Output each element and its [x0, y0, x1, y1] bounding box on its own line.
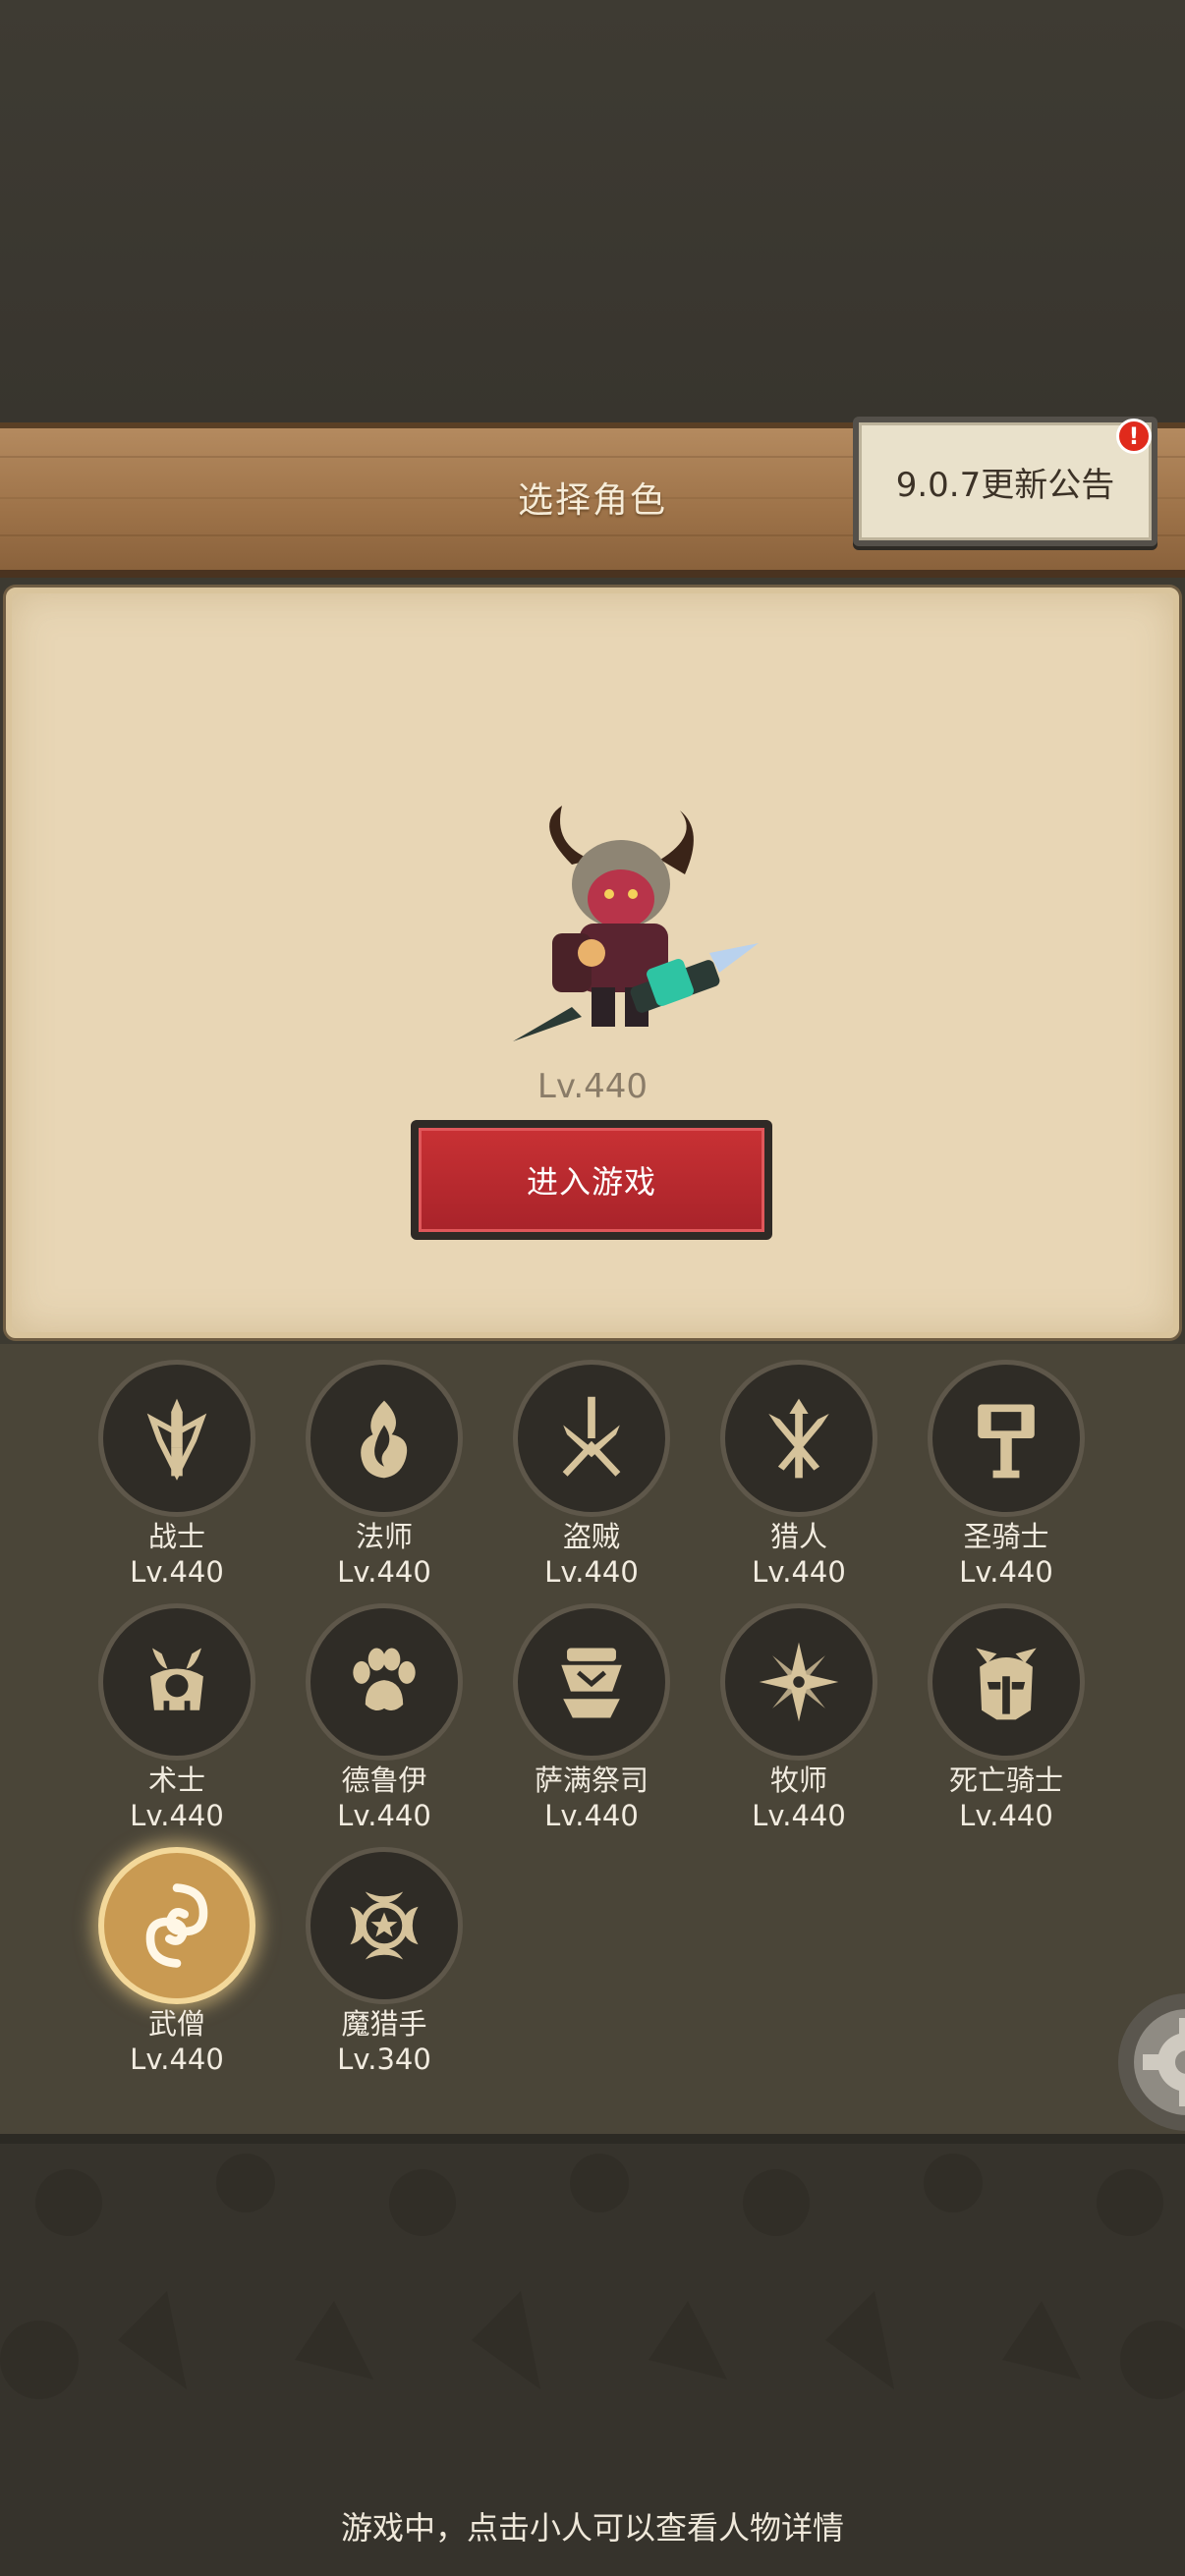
- class-monk[interactable]: 武僧 Lv.440: [88, 1847, 265, 2077]
- class-name: 猎人: [769, 1520, 827, 1553]
- class-name: 魔猎手: [341, 2007, 427, 2041]
- shaman-totem-icon: [561, 1648, 622, 1718]
- class-priest[interactable]: 牧师 Lv.440: [710, 1603, 887, 1833]
- druid-paw-icon: [353, 1648, 416, 1711]
- class-rogue[interactable]: 盗贼 Lv.440: [503, 1360, 680, 1590]
- class-shaman[interactable]: 萨满祭司 Lv.440: [503, 1603, 680, 1833]
- class-warrior[interactable]: 战士 Lv.440: [88, 1360, 265, 1590]
- mage-flame-icon: [361, 1400, 408, 1479]
- class-name: 萨满祭司: [534, 1764, 649, 1797]
- priest-star-icon: [759, 1642, 839, 1722]
- class-name: 牧师: [769, 1764, 827, 1797]
- class-hunter[interactable]: 猎人 Lv.440: [710, 1360, 887, 1590]
- class-name: 盗贼: [562, 1520, 620, 1553]
- class-name: 术士: [147, 1764, 205, 1797]
- class-level: Lv.440: [337, 1799, 431, 1832]
- class-paladin[interactable]: 圣骑士 Lv.440: [918, 1360, 1095, 1590]
- class-level: Lv.440: [544, 1555, 639, 1589]
- class-level: Lv.440: [959, 1555, 1053, 1589]
- notice-alert-badge: !: [1116, 419, 1152, 454]
- class-level: Lv.340: [337, 2043, 431, 2076]
- warrior-sword-icon: [146, 1398, 207, 1481]
- rogue-daggers-icon: [562, 1396, 621, 1477]
- paladin-hammer-icon: [978, 1404, 1035, 1479]
- class-level: Lv.440: [130, 1799, 224, 1832]
- class-warlock[interactable]: 术士 Lv.440: [88, 1603, 265, 1833]
- class-level: Lv.440: [752, 1555, 846, 1589]
- class-name: 法师: [355, 1520, 413, 1553]
- class-level: Lv.440: [130, 1555, 224, 1589]
- settings-gear-icon[interactable]: [1112, 1988, 1185, 2136]
- class-name: 圣骑士: [963, 1520, 1049, 1553]
- class-level: Lv.440: [959, 1799, 1053, 1832]
- top-empty-area: [0, 0, 1185, 422]
- class-level: Lv.440: [752, 1799, 846, 1832]
- class-demon-hunter[interactable]: 魔猎手 Lv.340: [296, 1847, 473, 2077]
- class-name: 死亡骑士: [948, 1764, 1063, 1797]
- monk-swirl-icon: [145, 1883, 208, 1968]
- class-name: 战士: [147, 1520, 205, 1553]
- demon-hunter-icon: [350, 1891, 419, 1960]
- gameplay-tip: 游戏中，点击小人可以查看人物详情: [340, 2509, 844, 2547]
- class-mage[interactable]: 法师 Lv.440: [296, 1360, 473, 1590]
- class-level: Lv.440: [337, 1555, 431, 1589]
- class-druid[interactable]: 德鲁伊 Lv.440: [296, 1603, 473, 1833]
- class-name: 德鲁伊: [341, 1764, 427, 1797]
- hero-character[interactable]: [493, 806, 768, 1051]
- class-death-knight[interactable]: 死亡骑士 Lv.440: [918, 1603, 1095, 1833]
- class-level: Lv.440: [544, 1799, 639, 1832]
- class-name: 武僧: [147, 2007, 205, 2041]
- death-knight-helm-icon: [976, 1648, 1037, 1720]
- hunter-arrows-icon: [768, 1398, 829, 1479]
- update-notice-button[interactable]: 9.0.7更新公告: [853, 417, 1157, 546]
- selected-class-ring: [98, 1847, 255, 2004]
- enter-game-button[interactable]: 进入游戏: [411, 1120, 772, 1240]
- hero-level: Lv.440: [536, 1067, 649, 1106]
- warlock-skull-icon: [150, 1648, 203, 1712]
- class-level: Lv.440: [130, 2043, 224, 2076]
